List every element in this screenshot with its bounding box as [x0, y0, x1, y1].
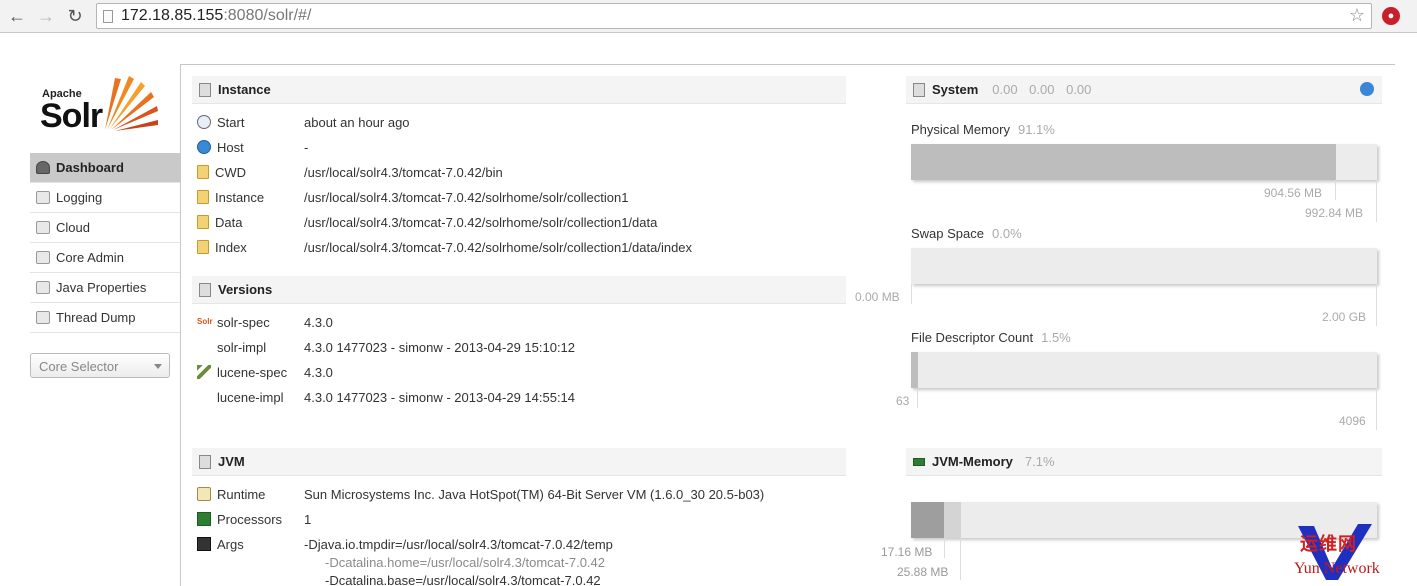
system-header: System 0.00 0.00 0.00: [906, 76, 1382, 104]
sidebar-item-core-admin[interactable]: Core Admin: [30, 243, 180, 273]
instance-header: Instance: [192, 76, 846, 104]
clock-icon: [197, 115, 211, 129]
server-icon: [199, 82, 211, 97]
solr-logo[interactable]: Apache Solr: [40, 70, 165, 136]
file-descriptor-total-text: 4096: [1339, 414, 1366, 428]
jvm-args-line: -Dcatalina.base=/usr/local/solr4.3/tomca…: [325, 572, 601, 586]
version-row-lucene-spec: lucene-spec 4.3.0: [197, 361, 333, 383]
instance-row-instance: Instance/usr/local/solr4.3/tomcat-7.0.42…: [197, 186, 628, 208]
sidebar-item-thread-dump[interactable]: Thread Dump: [30, 303, 180, 333]
page-icon: [103, 10, 113, 23]
instance-row-cwd: CWD/usr/local/solr4.3/tomcat-7.0.42/bin: [197, 161, 503, 183]
sidebar-item-dashboard[interactable]: Dashboard: [30, 153, 180, 183]
reload-icon[interactable]: ↻: [64, 6, 86, 26]
cloud-icon: [36, 221, 50, 234]
jar-icon: [199, 454, 211, 469]
folder-icon: [197, 240, 209, 254]
version-row-solr-impl: solr-impl 4.3.0 1477023 - simonw - 2013-0…: [217, 339, 576, 355]
url-text: 172.18.85.155:8080/solr/#/: [121, 7, 312, 24]
back-arrow-icon[interactable]: ←: [6, 6, 28, 26]
physical-memory-total-text: 992.84 MB: [1305, 206, 1364, 220]
folder-icon: [197, 215, 209, 229]
sidebar-item-cloud[interactable]: Cloud: [30, 213, 180, 243]
lucene-feather-icon: [197, 365, 211, 379]
jar-icon: [36, 281, 50, 294]
file-descriptor-label: File Descriptor Count 1.5%: [911, 330, 1071, 345]
swap-space-used-text: 0.00 MB: [855, 290, 900, 304]
physical-memory-axis: [1376, 180, 1377, 222]
forward-arrow-icon[interactable]: →: [35, 6, 57, 26]
jvm-memory-used: [911, 502, 944, 538]
file-descriptor-used: [911, 352, 918, 388]
instance-row-index: Index/usr/local/solr4.3/tomcat-7.0.42/so…: [197, 236, 692, 258]
thread-icon: [36, 311, 50, 324]
server-icon: [36, 251, 50, 264]
sidebar-menu: Dashboard Logging Cloud Core Admin Java …: [30, 153, 180, 333]
file-descriptor-axis: [1376, 388, 1377, 430]
sidebar-item-logging[interactable]: Logging: [30, 183, 180, 213]
jvm-row-args: Args -Djava.io.tmpdir=/usr/local/solr4.3/…: [197, 533, 613, 555]
logging-icon: [36, 191, 50, 204]
folder-icon: [197, 190, 209, 204]
refresh-icon[interactable]: [1360, 82, 1374, 96]
physical-memory-used-text: 904.56 MB: [1264, 186, 1323, 200]
jvm-memory-used-text: 17.16 MB: [881, 545, 933, 559]
physical-memory-tick: [1335, 180, 1336, 200]
browser-toolbar: ← → ↻ 172.18.85.155:8080/solr/#/ ☆ ●: [0, 0, 1417, 33]
cpu-icon: [197, 512, 211, 526]
swap-space-tick: [911, 284, 912, 304]
swap-space-total-text: 2.00 GB: [1322, 310, 1367, 324]
jvm-memory-header: JVM-Memory 7.1%: [906, 448, 1382, 476]
swap-space-label: Swap Space 0.0%: [911, 226, 1022, 241]
file-descriptor-tick: [917, 388, 918, 408]
monitor-icon: [913, 82, 925, 97]
physical-memory-label: Physical Memory 91.1%: [911, 122, 1055, 137]
swap-space-bar: [911, 248, 1377, 284]
version-row-solr-spec: Solr solr-spec 4.3.0: [197, 314, 333, 330]
extension-icon[interactable]: ●: [1382, 7, 1400, 25]
folder-icon: [197, 165, 209, 179]
jvm-memory-used-tick: [944, 538, 945, 558]
jvm-row-runtime: Runtime Sun Microsystems Inc. Java HotSpo…: [197, 483, 764, 505]
versions-icon: [199, 282, 211, 297]
instance-row-start: Start about an hour ago: [197, 111, 410, 133]
physical-memory-bar: [911, 144, 1377, 180]
instance-row-host: Host -: [197, 136, 308, 158]
globe-icon: [197, 140, 211, 154]
dashboard-icon: [36, 161, 50, 174]
instance-row-data: Data/usr/local/solr4.3/tomcat-7.0.42/sol…: [197, 211, 657, 233]
watermark-logo: 运维网 Yun Network: [1294, 520, 1414, 584]
address-bar[interactable]: 172.18.85.155:8080/solr/#/ ☆: [96, 3, 1372, 29]
chevron-down-icon: [154, 364, 162, 369]
jvm-header: JVM: [192, 448, 846, 476]
jar-icon: [197, 487, 211, 501]
jvm-memory-committed-tick: [960, 538, 961, 580]
jvm-row-processors: Processors 1: [197, 508, 311, 530]
sidebar-item-java-properties[interactable]: Java Properties: [30, 273, 180, 303]
version-row-lucene-impl: lucene-impl 4.3.0 1477023 - simonw - 2013…: [217, 389, 576, 405]
jvm-args-line: -Dcatalina.home=/usr/local/solr4.3/tomca…: [325, 554, 605, 570]
core-selector[interactable]: Core Selector: [30, 353, 170, 378]
versions-header: Versions: [192, 276, 846, 304]
memory-chip-icon: [913, 457, 925, 466]
swap-space-axis: [1376, 284, 1377, 326]
terminal-icon: [197, 537, 211, 551]
bookmark-star-icon[interactable]: ☆: [1349, 5, 1365, 26]
file-descriptor-used-text: 63: [896, 394, 910, 408]
solr-icon: Solr: [197, 315, 213, 329]
jvm-memory-committed-text: 25.88 MB: [897, 565, 949, 579]
sun-rays-icon: [105, 76, 158, 131]
file-descriptor-bar: [911, 352, 1377, 388]
physical-memory-used: [911, 144, 1336, 180]
